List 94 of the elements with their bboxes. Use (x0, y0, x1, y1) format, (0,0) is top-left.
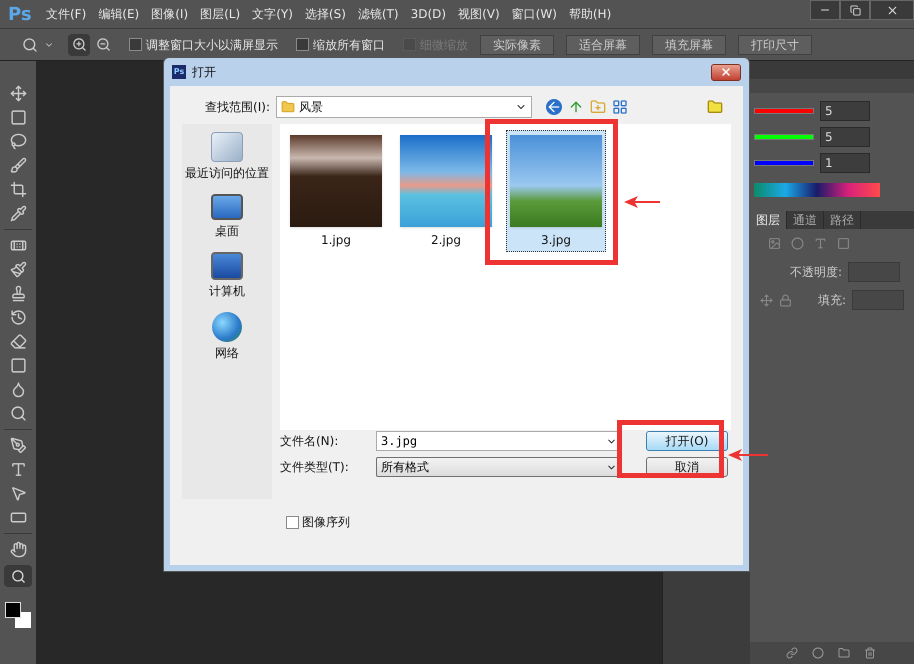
pen-tool-icon[interactable] (10, 437, 26, 454)
menu-item[interactable]: 视图(V) (452, 5, 506, 23)
app-logo: Ps (7, 2, 33, 26)
view-menu-icon[interactable] (612, 99, 628, 115)
dialog-title: 打开 (192, 64, 216, 81)
recent-places-icon (211, 132, 243, 162)
checkbox[interactable] (129, 38, 142, 51)
channel-value-field[interactable]: 5 (820, 101, 870, 121)
move-tool-icon[interactable] (10, 85, 26, 102)
menu-item[interactable]: 3D(D) (404, 5, 452, 23)
ps-logo-icon: Ps (172, 65, 186, 79)
menu-item[interactable]: 帮助(H) (562, 5, 618, 23)
menu-item[interactable]: 文字(Y) (246, 5, 299, 23)
file-item[interactable]: 1.jpg (286, 130, 386, 252)
pointer-arrow (624, 196, 660, 208)
pointer-tool-icon[interactable] (10, 485, 26, 502)
circle-icon[interactable] (812, 647, 824, 659)
color-slider[interactable] (754, 108, 814, 114)
computer-icon (211, 252, 243, 280)
brush-tool-icon[interactable] (10, 261, 26, 278)
menu-item[interactable]: 滤镜(T) (352, 5, 405, 23)
up-folder-icon[interactable] (568, 99, 584, 115)
lasso-tool-icon[interactable] (10, 133, 26, 150)
opacity-field[interactable] (848, 262, 900, 282)
menu-item[interactable]: 编辑(E) (92, 5, 146, 23)
close-icon (720, 66, 732, 78)
toolbar-button[interactable]: 实际像素 (480, 34, 554, 54)
open-button[interactable]: 打开(O) (646, 431, 728, 451)
toolbar-button[interactable]: 打印尺寸 (738, 34, 812, 54)
zoom-out-icon[interactable] (96, 37, 111, 52)
menu-item[interactable]: 窗口(W) (506, 5, 563, 23)
link-icon[interactable] (786, 647, 798, 659)
checkbox-label: 缩放所有窗口 (313, 36, 385, 54)
checkbox-label: 图像序列 (302, 514, 350, 531)
place-label[interactable]: 最近访问的位置 (185, 164, 269, 182)
trash-icon[interactable] (864, 647, 876, 659)
menu-item[interactable]: 图像(I) (145, 5, 194, 23)
menu-item[interactable]: 图层(L) (194, 5, 246, 23)
folder-icon[interactable] (838, 647, 850, 659)
marquee-tool-icon[interactable] (10, 109, 26, 126)
globe-icon (212, 312, 242, 342)
zoom-in-icon (72, 37, 86, 52)
filetype-label: 文件类型(T): (280, 459, 350, 476)
panel-tab[interactable]: 路径 (824, 211, 861, 229)
channel-value-field[interactable]: 1 (820, 153, 870, 173)
eraser-icon[interactable] (10, 333, 26, 350)
type-tool-icon[interactable] (10, 461, 26, 478)
checkbox[interactable] (296, 38, 309, 51)
stamp-tool-icon[interactable] (10, 285, 26, 302)
zoom-icon (10, 568, 26, 584)
eyedropper-icon[interactable] (10, 205, 26, 222)
color-slider[interactable] (754, 134, 814, 140)
toolbar-button[interactable]: 填充屏幕 (652, 34, 726, 54)
dodge-tool-icon[interactable] (10, 405, 26, 422)
close-button[interactable] (870, 0, 914, 20)
menu-item[interactable]: 选择(S) (298, 5, 352, 23)
panel-tab[interactable]: 通道 (787, 211, 824, 229)
zoom-tool-button[interactable] (4, 565, 32, 587)
file-item[interactable]: 2.jpg (396, 130, 496, 252)
restore-icon (850, 4, 860, 16)
zoom-in-button[interactable] (68, 34, 90, 56)
color-slider[interactable] (754, 160, 814, 166)
folder-dropdown[interactable]: 风景 (276, 96, 532, 118)
menu-item[interactable]: 文件(F) (40, 5, 92, 23)
channel-value-field[interactable]: 5 (820, 127, 870, 147)
folder-icon (281, 100, 295, 114)
back-icon[interactable] (546, 99, 562, 115)
close-icon (886, 4, 898, 16)
pointer-arrow (728, 449, 768, 461)
place-label[interactable]: 网络 (215, 344, 239, 362)
hand-tool-icon[interactable] (10, 541, 26, 558)
file-item[interactable]: 3.jpg (506, 130, 606, 252)
history-brush-icon[interactable] (10, 309, 26, 326)
quick-select-icon[interactable] (10, 157, 26, 174)
filename-label: 文件名(N): (280, 433, 340, 450)
close-button[interactable] (711, 64, 741, 80)
checkbox[interactable] (286, 516, 299, 528)
fill-field[interactable] (852, 290, 904, 310)
folder-icon[interactable] (707, 99, 723, 115)
monitor-icon (211, 194, 243, 220)
look-in-label: 查找范围(I): (204, 99, 270, 116)
color-swatches-icon[interactable] (5, 602, 31, 628)
opacity-label: 不透明度: (790, 264, 842, 281)
color-spectrum-bar[interactable] (754, 183, 880, 197)
zoom-tool-icon[interactable] (22, 36, 38, 52)
toolbar-button[interactable]: 适合屏幕 (566, 34, 640, 54)
panel-tab[interactable]: 图层 (750, 211, 787, 229)
fill-label: 填充: (818, 292, 846, 309)
crop-tool-icon[interactable] (10, 181, 26, 198)
gradient-tool-icon[interactable] (10, 357, 26, 374)
place-label[interactable]: 桌面 (215, 222, 239, 240)
restore-button[interactable] (840, 0, 870, 20)
checkbox-label: 调整窗口大小以满屏显示 (146, 36, 278, 54)
place-label[interactable]: 计算机 (209, 282, 245, 300)
